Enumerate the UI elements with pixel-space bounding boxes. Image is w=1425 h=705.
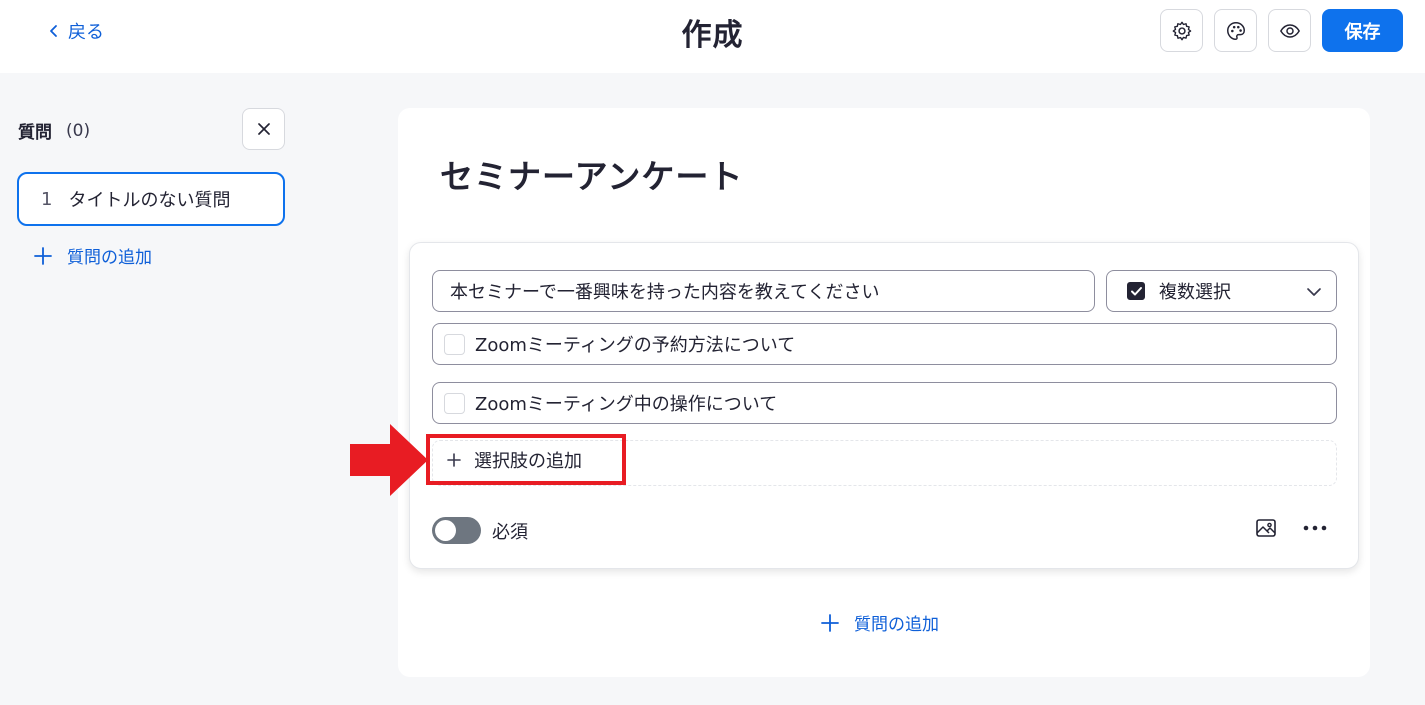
- top-bar: 戻る 作成 保存: [0, 0, 1425, 73]
- save-button[interactable]: 保存: [1322, 9, 1403, 52]
- add-choice-button[interactable]: 選択肢の追加: [426, 434, 626, 485]
- image-icon[interactable]: [1254, 516, 1278, 540]
- back-label: 戻る: [68, 22, 104, 43]
- sidebar-add-question-button[interactable]: 質問の追加: [33, 243, 152, 268]
- sidebar-question-item[interactable]: 1 タイトルのない質問: [17, 172, 285, 226]
- question-type-label: 複数選択: [1159, 282, 1231, 303]
- question-number: 1: [41, 188, 53, 210]
- chevron-down-icon: [1307, 288, 1321, 296]
- eye-icon: [1279, 23, 1300, 38]
- pointer-arrow-icon: [350, 424, 428, 496]
- close-icon: [257, 123, 270, 135]
- plus-icon: [821, 613, 839, 632]
- close-sidebar-button[interactable]: [242, 108, 285, 150]
- question-text-input[interactable]: 本セミナーで一番興味を持った内容を教えてください: [432, 270, 1095, 312]
- plus-icon: [34, 246, 52, 265]
- question-list-heading: 質問 (0): [18, 118, 91, 144]
- add-question-label: 質問の追加: [854, 615, 939, 635]
- settings-button[interactable]: [1160, 9, 1203, 52]
- theme-button[interactable]: [1214, 9, 1257, 52]
- back-link[interactable]: 戻る: [48, 18, 104, 44]
- checkbox-checked-icon: [1127, 282, 1145, 300]
- page-title: 作成: [681, 18, 744, 53]
- more-options-button[interactable]: [1302, 516, 1328, 540]
- chevron-left-icon: [50, 25, 57, 37]
- question-type-dropdown[interactable]: 複数選択: [1106, 270, 1337, 312]
- more-horizontal-icon: [1303, 525, 1327, 531]
- choice-option[interactable]: Zoomミーティングの予約方法について: [432, 323, 1337, 365]
- preview-button[interactable]: [1268, 9, 1311, 52]
- question-count: (0): [66, 120, 91, 141]
- checkbox[interactable]: [444, 392, 465, 414]
- choice-option-label: Zoomミーティング中の操作について: [475, 394, 778, 415]
- checkbox[interactable]: [444, 333, 465, 355]
- survey-title[interactable]: セミナーアンケート: [440, 150, 743, 198]
- toggle-knob: [435, 520, 456, 541]
- choice-option[interactable]: Zoomミーティング中の操作について: [432, 382, 1337, 424]
- add-question-button[interactable]: 質問の追加: [820, 610, 939, 635]
- palette-icon: [1226, 21, 1245, 40]
- plus-icon: [447, 452, 461, 467]
- required-label: 必須: [492, 522, 528, 543]
- choice-option-label: Zoomミーティングの予約方法について: [475, 335, 796, 356]
- question-list-title: 質問: [18, 123, 52, 143]
- add-choice-label: 選択肢の追加: [474, 450, 582, 472]
- gear-icon: [1172, 21, 1191, 40]
- add-question-label: 質問の追加: [67, 248, 152, 268]
- required-toggle[interactable]: [432, 517, 481, 544]
- question-item-label: タイトルのない質問: [68, 190, 231, 211]
